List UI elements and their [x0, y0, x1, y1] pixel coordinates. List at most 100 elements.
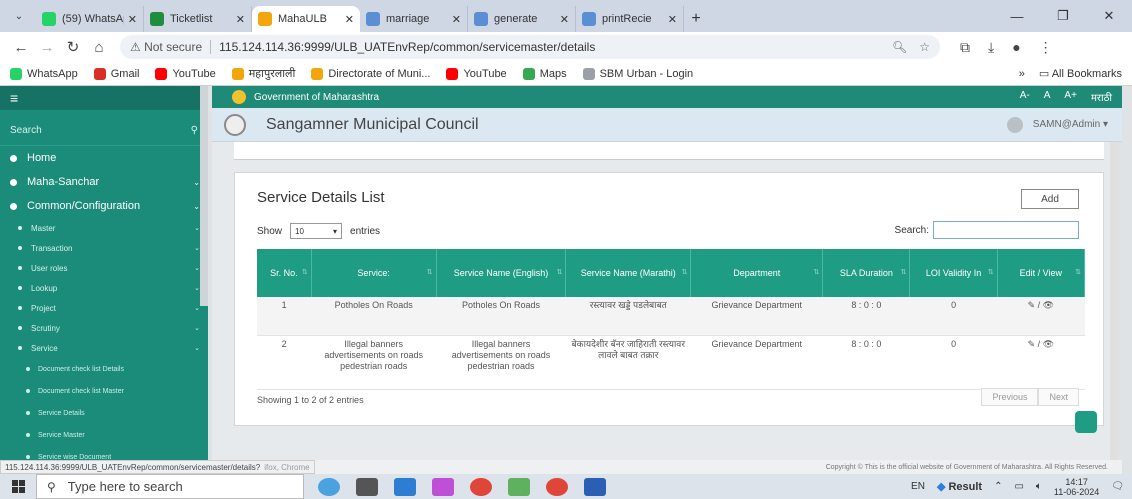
entries-select[interactable]: 10 ▾ — [290, 223, 343, 239]
bookmark-star-icon[interactable]: ☆ — [919, 40, 930, 54]
column-header[interactable]: Sr. No. ⇅ — [257, 249, 312, 297]
restore-icon[interactable]: ❐ — [1040, 0, 1086, 32]
tab-search-icon[interactable]: ⌄ — [8, 5, 30, 27]
close-icon[interactable]: ✕ — [560, 13, 569, 26]
photos-icon[interactable] — [432, 477, 454, 496]
word-icon[interactable] — [584, 477, 606, 496]
back-icon[interactable]: ← — [8, 39, 34, 56]
column-header[interactable]: SLA Duration ⇅ — [822, 249, 911, 297]
browser-tab[interactable]: (59) WhatsApp ✕ — [36, 6, 144, 32]
notification-icon[interactable]: 🗨︎ — [1111, 481, 1124, 492]
sidebar-subitem[interactable]: Transaction ⌄ — [0, 238, 208, 258]
column-header[interactable]: Service Name (English) ⇅ — [436, 249, 567, 297]
url-field[interactable]: ⚠ Not secure 115.124.114.36:9999/ULB_UAT… — [120, 35, 940, 59]
browser-tab[interactable]: Ticketlist ✕ — [144, 6, 252, 32]
volume-icon[interactable]: 🔈︎ — [1036, 481, 1042, 492]
clock[interactable]: 14:17 11-06-2024 — [1054, 477, 1099, 497]
edit-view-cell[interactable]: ✎ / 👁 — [997, 335, 1085, 390]
profile-icon[interactable]: ● — [1012, 39, 1020, 56]
close-icon[interactable]: ✕ — [668, 13, 677, 26]
new-tab-button[interactable]: + — [684, 6, 708, 32]
language-indicator[interactable]: EN — [911, 481, 925, 492]
bookmark-item[interactable]: Gmail — [93, 66, 139, 81]
browser-tab[interactable]: MahaULB ✕ — [252, 6, 360, 32]
more-bookmarks-icon[interactable]: » — [1019, 68, 1025, 80]
next-button[interactable]: Next — [1038, 388, 1079, 406]
app-icon[interactable] — [508, 477, 530, 496]
menu-kebab-icon[interactable]: ⋮ — [1039, 39, 1053, 56]
edge-icon[interactable] — [394, 477, 416, 496]
search-input[interactable] — [933, 221, 1079, 239]
all-bookmarks-link[interactable]: ▭ All Bookmarks — [1039, 67, 1122, 80]
sidebar-subitem[interactable]: Master ⌄ — [0, 218, 208, 238]
not-secure-badge[interactable]: ⚠ Not secure — [130, 40, 212, 54]
previous-button[interactable]: Previous — [981, 388, 1039, 406]
search-icon[interactable]: ⚲ — [191, 125, 198, 136]
scroll-top-button[interactable] — [1075, 411, 1097, 433]
minimize-icon[interactable]: — — [994, 0, 1040, 32]
bookmark-item[interactable]: Maps — [522, 66, 567, 81]
browser-tab[interactable]: marriage ✕ — [360, 6, 468, 32]
sidebar-subitem[interactable]: Project ⌄ — [0, 298, 208, 318]
sidebar-service-item[interactable]: Service Master — [0, 424, 208, 446]
close-icon[interactable]: ✕ — [236, 13, 245, 26]
column-header[interactable]: Service Name (Marathi) ⇅ — [565, 249, 692, 297]
cortana-icon[interactable] — [318, 477, 340, 496]
sidebar-service-item[interactable]: Document check list Master — [0, 380, 208, 402]
zoom-icon[interactable]: 🔍︎ — [892, 40, 907, 54]
sidebar-subitem[interactable]: Scrutiny ⌄ — [0, 318, 208, 338]
sidebar-subitem[interactable]: User roles ⌄ — [0, 258, 208, 278]
main-content: Service Details List Add Show 10 ▾ entri… — [212, 142, 1118, 460]
network-icon[interactable]: ▭ — [1014, 481, 1023, 492]
result-widget[interactable]: ◆ Result — [937, 480, 982, 493]
task-view-icon[interactable] — [356, 477, 378, 496]
user-menu[interactable]: SAMN@Admin ▾ — [1006, 116, 1108, 133]
bookmark-item[interactable]: YouTube — [446, 66, 507, 81]
start-button[interactable] — [0, 480, 36, 493]
close-icon[interactable]: ✕ — [345, 13, 354, 26]
url-text[interactable]: 115.124.114.36:9999/ULB_UATEnvRep/common… — [219, 40, 880, 54]
font-control-button[interactable]: मराठी — [1091, 90, 1112, 104]
bookmark-item[interactable]: महापुरलाली — [231, 66, 295, 81]
column-header[interactable]: Edit / View ⇅ — [997, 249, 1086, 297]
chrome-icon-2[interactable] — [546, 477, 568, 496]
font-control-button[interactable]: A+ — [1064, 90, 1077, 104]
sidebar-service-item[interactable]: Service wise Document — [0, 446, 208, 460]
browser-tab[interactable]: generate ✕ — [468, 6, 576, 32]
page-scrollbar[interactable] — [1110, 142, 1118, 460]
edit-view-cell[interactable]: ✎ / 👁 — [997, 297, 1085, 336]
sidebar-item[interactable]: Home — [0, 146, 208, 170]
bookmark-item[interactable]: Directorate of Muni... — [311, 66, 430, 81]
reload-icon[interactable]: ↻ — [60, 38, 86, 56]
bookmark-item[interactable]: YouTube — [155, 66, 216, 81]
extensions-icon[interactable]: ⧉ — [960, 39, 970, 56]
bookmark-item[interactable]: SBM Urban - Login — [582, 66, 693, 81]
sidebar-service-item[interactable]: Service Details — [0, 402, 208, 424]
hamburger-icon[interactable]: ≡ — [0, 86, 208, 110]
chrome-icon[interactable] — [470, 477, 492, 496]
sidebar-search[interactable]: Search ⚲ — [0, 116, 208, 146]
close-icon[interactable]: ✕ — [452, 13, 461, 26]
forward-icon[interactable]: → — [34, 39, 60, 56]
home-icon[interactable]: ⌂ — [86, 39, 112, 56]
sidebar-service-item[interactable]: Document check list Details — [0, 358, 208, 380]
add-button[interactable]: Add — [1021, 189, 1079, 209]
font-control-button[interactable]: A- — [1020, 90, 1030, 104]
sidebar-subitem[interactable]: Service ⌄ — [0, 338, 208, 358]
sidebar-subitem[interactable]: Lookup ⌄ — [0, 278, 208, 298]
bookmark-item[interactable]: WhatsApp — [10, 66, 78, 81]
taskbar-search[interactable]: ⚲ Type here to search — [36, 474, 304, 499]
font-control-button[interactable]: A — [1044, 90, 1051, 104]
column-header[interactable]: Department ⇅ — [690, 249, 824, 297]
column-header[interactable]: Service: ⇅ — [311, 249, 437, 297]
sidebar-scrollbar[interactable] — [200, 86, 208, 306]
browser-tab[interactable]: printRecie ✕ — [576, 6, 684, 32]
close-icon[interactable]: ✕ — [128, 13, 137, 26]
table-cell: Grievance Department — [690, 297, 823, 336]
download-icon[interactable]: ⤓ — [988, 39, 994, 56]
close-window-icon[interactable]: ✕ — [1086, 0, 1132, 32]
sidebar-item[interactable]: Maha-Sanchar ⌄ — [0, 170, 208, 194]
column-header[interactable]: LOI Validity In ⇅ — [909, 249, 998, 297]
sidebar-item[interactable]: Common/Configuration ⌄ — [0, 194, 208, 218]
tray-chevron-icon[interactable]: ⌃ — [994, 481, 1002, 492]
